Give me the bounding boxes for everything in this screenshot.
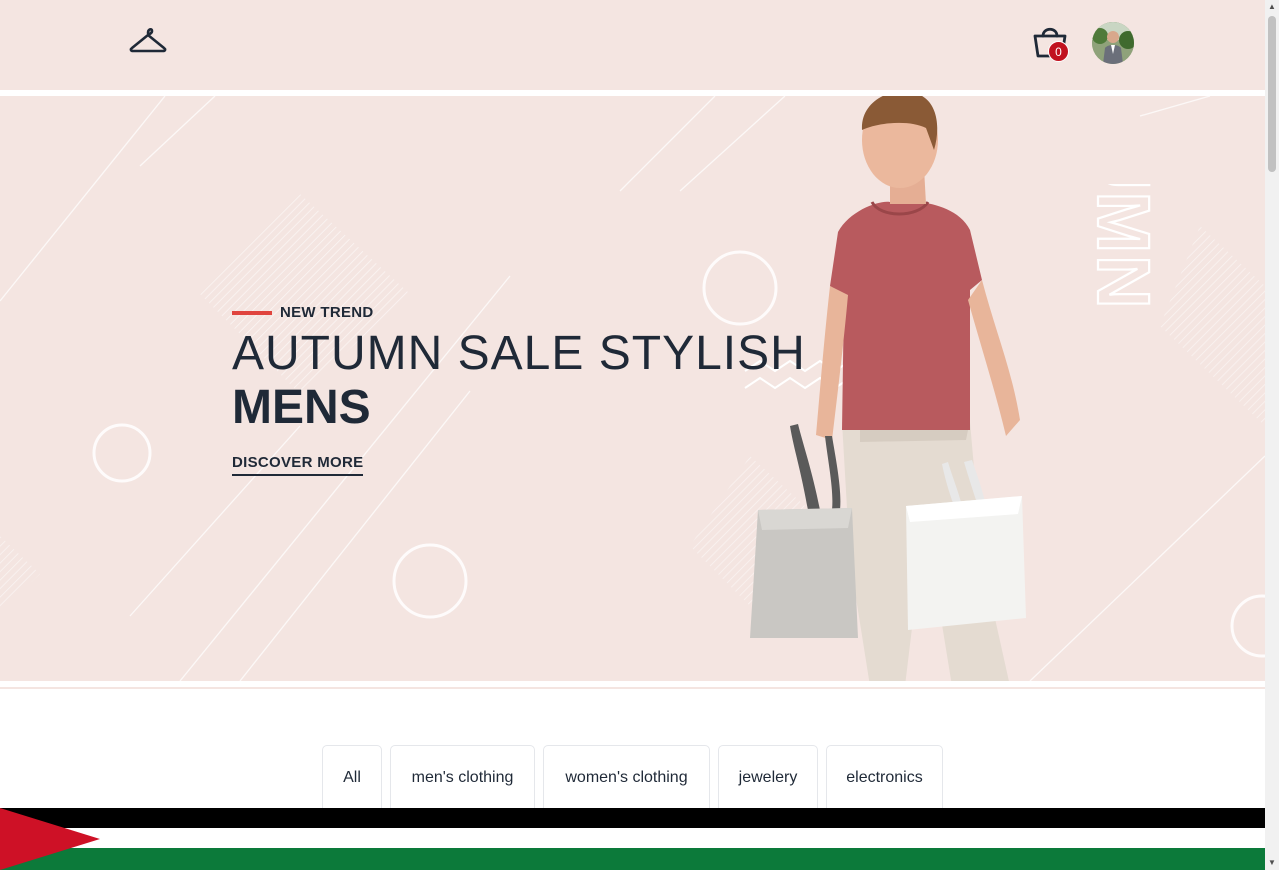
page: 0 NEW TREND AUTUMN SALE STYLISH MENS DIS… xyxy=(0,0,1265,870)
flag-banner xyxy=(0,808,1265,870)
hanger-icon[interactable] xyxy=(129,24,167,56)
scroll-up-arrow-icon[interactable]: ▲ xyxy=(1265,0,1279,14)
svg-text:AUTUMN: AUTUMN xyxy=(1082,184,1158,311)
avatar[interactable] xyxy=(1092,22,1134,64)
discover-more-link[interactable]: DISCOVER MORE xyxy=(232,454,364,476)
site-header: 0 xyxy=(0,0,1265,90)
flag-red-triangle xyxy=(0,808,100,870)
flag-white-stripe xyxy=(0,828,1265,848)
filter-womens-clothing-button[interactable]: women's clothing xyxy=(543,745,710,815)
filter-jewelery-button[interactable]: jewelery xyxy=(718,745,818,815)
flag-green-stripe xyxy=(0,848,1265,870)
hero-decoration xyxy=(0,96,1265,681)
filter-mens-clothing-button[interactable]: men's clothing xyxy=(390,745,535,815)
avatar-image xyxy=(1092,22,1134,64)
page-scrollbar[interactable]: ▲ ▼ xyxy=(1265,0,1279,870)
autumn-vertical-text: AUTUMN xyxy=(1082,184,1158,312)
scrollbar-thumb[interactable] xyxy=(1268,16,1276,172)
scroll-down-arrow-icon[interactable]: ▼ xyxy=(1265,856,1279,870)
category-filter-bar: All men's clothing women's clothing jewe… xyxy=(0,745,1265,815)
hero-subtitle: MENS xyxy=(232,381,371,434)
trend-accent-line xyxy=(232,311,272,315)
filter-electronics-button[interactable]: electronics xyxy=(826,745,943,815)
cart-count-badge: 0 xyxy=(1048,41,1069,62)
filter-all-button[interactable]: All xyxy=(322,745,382,815)
hero-bottom-border xyxy=(0,681,1265,689)
hero-model-image xyxy=(750,96,1026,681)
flag-black-stripe xyxy=(0,808,1265,828)
hero-banner: NEW TREND AUTUMN SALE STYLISH MENS DISCO… xyxy=(0,96,1265,681)
hero-tag: NEW TREND xyxy=(280,304,374,321)
